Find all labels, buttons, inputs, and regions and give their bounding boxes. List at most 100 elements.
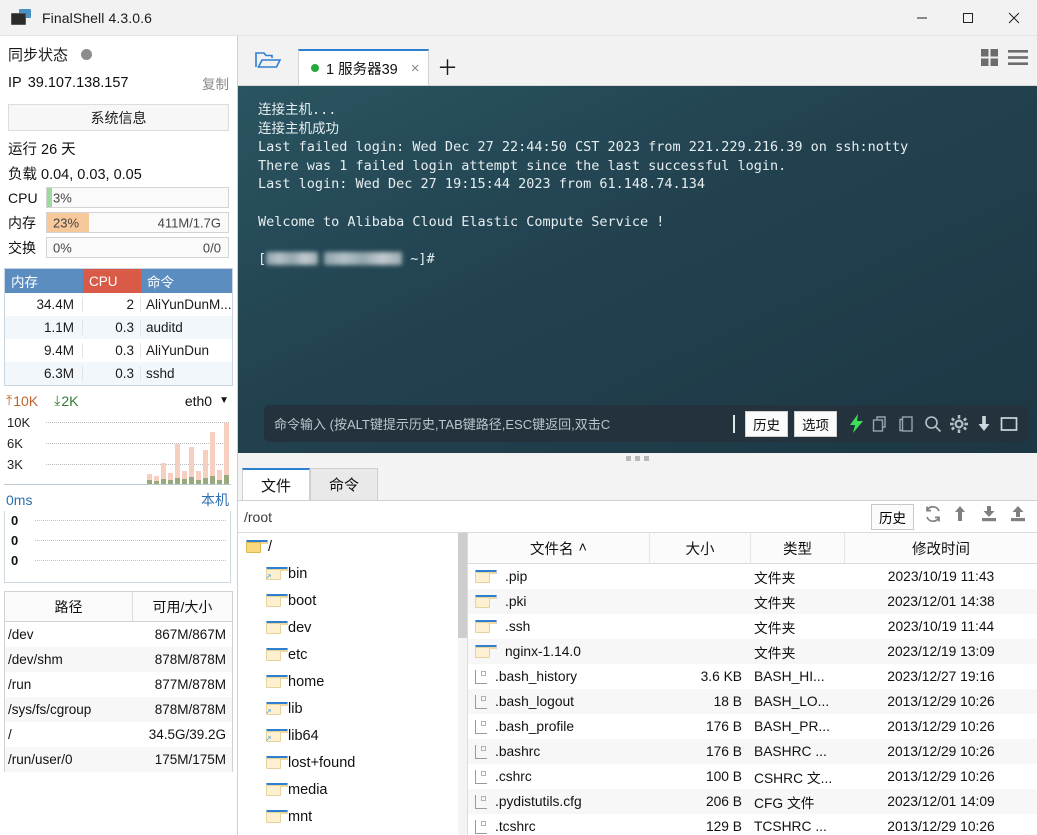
process-command: auditd [146,320,183,335]
chevron-down-icon: ▼ [219,395,229,406]
paste-icon[interactable] [898,415,916,433]
file-mtime: 2023/12/01 14:38 [887,594,995,609]
tree-item-etc[interactable]: etc [238,641,467,668]
tree-item-mnt[interactable]: mnt [238,803,467,830]
disk-col-size[interactable]: 可用/大小 [133,592,232,621]
file-mtime: 2013/12/29 10:26 [887,744,995,759]
disk-row[interactable]: /sys/fs/cgroup 878M/878M [5,697,232,722]
tree-item-media[interactable]: media [238,776,467,803]
process-row[interactable]: 9.4M 0.3 AliYunDun [5,339,232,362]
hamburger-menu-icon[interactable] [1008,49,1028,72]
process-row[interactable]: 34.4M 2 AliYunDunM... [5,293,232,316]
file-type: 文件夹 [754,570,796,586]
network-interface-selector[interactable]: eth0 ▼ [185,393,229,409]
process-cpu: 0.3 [83,320,141,335]
panel-splitter[interactable] [238,453,1037,463]
tree-item-lost+found[interactable]: lost+found [238,749,467,776]
tree-item-/[interactable]: / [238,533,467,560]
command-history-button[interactable]: 历史 [745,410,788,437]
file-name: .bash_logout [495,694,575,709]
command-options-button[interactable]: 选项 [794,410,837,437]
file-col-mtime[interactable]: 修改时间 [845,533,1037,563]
directory-tree[interactable]: / ↗ bin boot dev etc home ↗ lib ↗ lib64 lost+found m… [238,533,468,835]
file-col-type[interactable]: 类型 [751,533,845,563]
refresh-icon[interactable] [924,505,942,528]
file-panel-tab-0[interactable]: 文件 [242,468,311,500]
process-row[interactable]: 6.3M 0.3 sshd [5,362,232,385]
sync-status-row: 同步状态 [0,36,237,69]
tree-scrollbar[interactable] [458,533,467,835]
file-col-size[interactable]: 大小 [650,533,751,563]
file-icon [475,719,487,734]
process-row[interactable]: 1.1M 0.3 auditd [5,316,232,339]
tree-item-dev[interactable]: dev [238,614,467,641]
parent-folder-icon[interactable] [953,505,969,528]
path-history-button[interactable]: 历史 [871,503,914,530]
file-row[interactable]: .tcshrc 129 B TCSHRC ... 2013/12/29 10:26 [468,814,1037,835]
disk-row[interactable]: / 34.5G/39.2G [5,722,232,747]
folder-icon [266,648,288,661]
download-icon[interactable] [976,415,992,433]
session-tab-1[interactable]: 1 服务器39 × [298,49,429,85]
system-info-button[interactable]: 系统信息 [8,104,229,131]
file-col-name[interactable]: 文件名 ˄ [468,533,650,563]
maximize-button[interactable] [945,0,991,36]
disk-row[interactable]: /run/user/0 175M/175M [5,747,232,772]
network-bar [224,423,229,484]
disk-row[interactable]: /dev/shm 878M/878M [5,647,232,672]
minimize-button[interactable] [899,0,945,36]
file-row[interactable]: .pydistutils.cfg 206 B CFG 文件 2023/12/01 14… [468,789,1037,814]
terminal-lines: 连接主机... 连接主机成功 Last failed login: Wed Dec … [238,86,1037,268]
file-icon [475,694,487,709]
file-row[interactable]: .bash_history 3.6 KB BASH_HI... 2023/12/27 … [468,664,1037,689]
tree-item-label: home [288,673,325,690]
process-col-command[interactable]: 命令 [141,269,232,293]
copy-icon[interactable] [872,415,890,433]
file-row[interactable]: nginx-1.14.0 文件夹 2023/12/19 13:09 [468,639,1037,664]
file-type: CFG 文件 [754,795,815,811]
window-icon[interactable] [1000,416,1018,432]
tree-item-home[interactable]: home [238,668,467,695]
file-row[interactable]: .bash_profile 176 B BASH_PR... 2013/12/29 1… [468,714,1037,739]
lightning-icon[interactable] [849,414,864,433]
file-mtime: 2023/10/19 11:44 [887,619,995,634]
open-folder-icon[interactable] [238,35,298,85]
disk-path: /run/user/0 [8,752,73,767]
tree-item-bin[interactable]: ↗ bin [238,560,467,587]
tree-item-lib[interactable]: ↗ lib [238,695,467,722]
close-tab-icon[interactable]: × [411,60,420,77]
command-input-bar[interactable]: 命令输入 (按ALT键提示历史,TAB键路径,ESC键返回,双击C 历史 选项 [264,405,1028,442]
download-icon[interactable] [980,505,998,528]
process-memory: 34.4M [5,297,83,312]
search-icon[interactable] [924,415,942,433]
file-row[interactable]: .pip 文件夹 2023/10/19 11:43 [468,564,1037,589]
file-row[interactable]: .bash_logout 18 B BASH_LO... 2013/12/29 10:… [468,689,1037,714]
disk-row[interactable]: /run 877M/878M [5,672,232,697]
copy-ip-button[interactable]: 复制 [202,73,229,93]
file-row[interactable]: .ssh 文件夹 2023/10/19 11:44 [468,614,1037,639]
file-row[interactable]: .bashrc 176 B BASHRC ... 2013/12/29 10:26 [468,739,1037,764]
upload-icon[interactable] [1009,505,1027,528]
command-input-field[interactable]: 命令输入 (按ALT键提示历史,TAB键路径,ESC键返回,双击C [274,414,729,433]
file-panel-tab-1[interactable]: 命令 [310,468,379,500]
current-path-input[interactable]: /root [244,509,871,525]
process-col-cpu[interactable]: CPU [83,269,141,293]
meter-percent: 23% [53,215,80,230]
file-size: 206 B [705,794,742,809]
close-button[interactable] [991,0,1037,36]
tree-item-label: / [268,538,273,555]
process-col-memory[interactable]: 内存 [5,269,83,293]
terminal-output[interactable]: 连接主机... 连接主机成功 Last failed login: Wed Dec … [238,86,1037,453]
grid-view-icon[interactable] [980,48,999,72]
tree-item-boot[interactable]: boot [238,587,467,614]
file-row[interactable]: .cshrc 100 B CSHRC 文... 2013/12/29 10:26 [468,764,1037,789]
file-manager-panel: 文件 命令 /root 历史 / ↗ bin boot dev etc home… [238,463,1037,835]
tree-item-lib64[interactable]: ↗ lib64 [238,722,467,749]
gear-icon[interactable] [950,414,968,433]
file-row[interactable]: .pki 文件夹 2023/12/01 14:38 [468,589,1037,614]
disk-row[interactable]: /dev 867M/867M [5,622,232,647]
new-tab-button[interactable]: ＋ [429,49,467,85]
network-bar [210,432,215,484]
disk-col-path[interactable]: 路径 [5,592,133,621]
meter-fill [47,188,53,207]
